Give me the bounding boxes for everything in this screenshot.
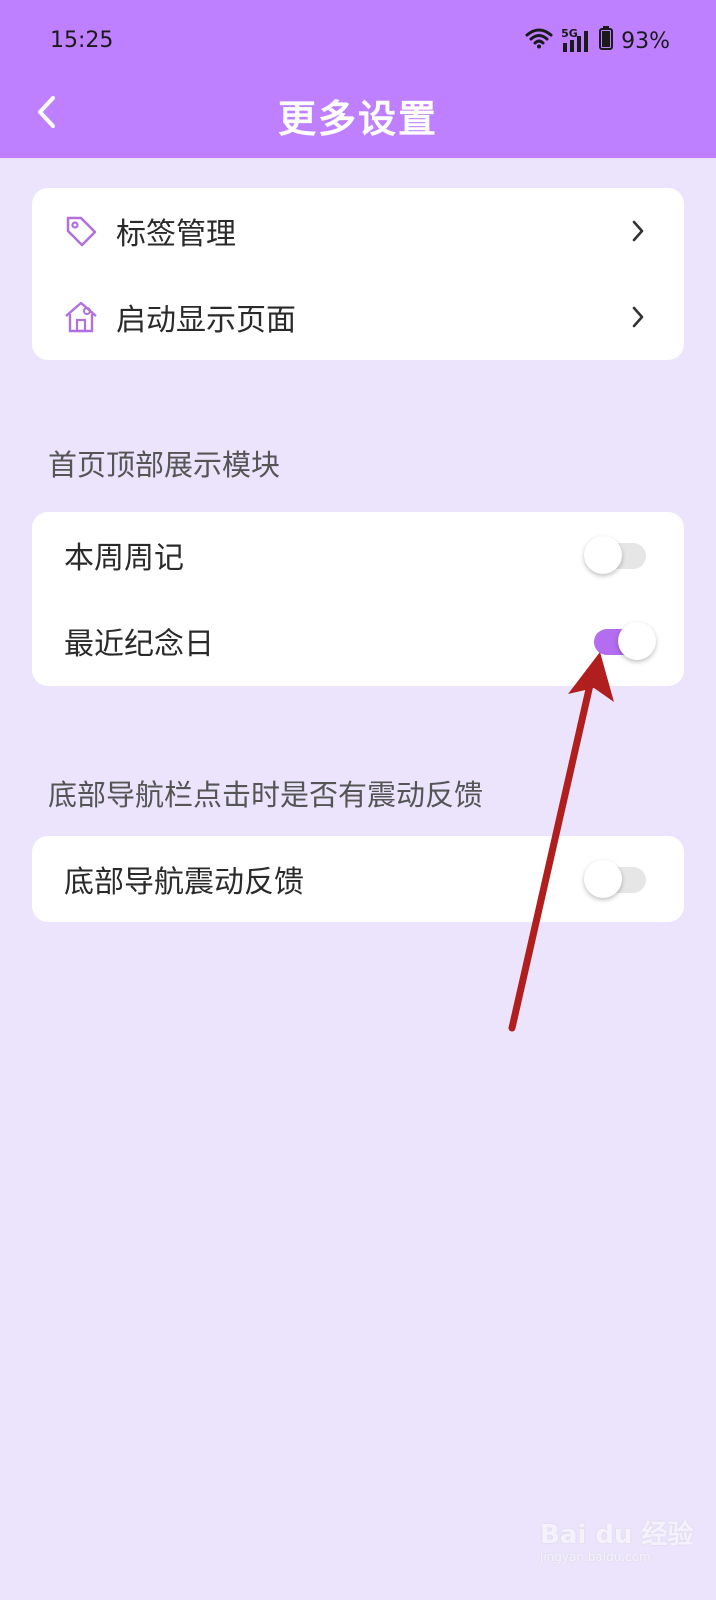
- baidu-jingyan-watermark: Bai du 经验 jingyan.baidu.com: [540, 1498, 700, 1578]
- tag-management-label: 标签管理: [116, 217, 236, 252]
- toggle-knob: [618, 622, 656, 660]
- house-icon: [62, 298, 100, 336]
- recent-anniversary-row: 最近纪念日: [32, 598, 684, 684]
- recent-anniversary-label: 最近纪念日: [64, 627, 214, 662]
- battery-icon: [599, 26, 614, 56]
- section-title-top-module: 首页顶部展示模块: [48, 448, 281, 482]
- cellular-signal-icon: 5G: [561, 27, 591, 53]
- vibration-card: 底部导航震动反馈: [32, 836, 684, 922]
- weekly-journal-label: 本周周记: [64, 541, 184, 576]
- page-title: 更多设置: [277, 97, 438, 141]
- general-settings-card: 标签管理 启动显示页面: [32, 188, 684, 360]
- watermark-logo: Bai du 经验: [540, 1520, 694, 1550]
- vibration-feedback-toggle[interactable]: [584, 859, 652, 899]
- wifi-icon: [525, 27, 553, 55]
- tag-management-row[interactable]: 标签管理: [32, 188, 684, 274]
- status-time: 15:25: [50, 28, 114, 53]
- chevron-right-icon: [628, 216, 648, 246]
- top-module-card: 本周周记 最近纪念日: [32, 512, 684, 686]
- chevron-right-icon: [628, 302, 648, 332]
- weekly-journal-row: 本周周记: [32, 512, 684, 598]
- toggle-knob: [584, 536, 622, 574]
- app-header: 15:25 5G 93% 更多设置: [0, 0, 716, 158]
- toggle-knob: [584, 860, 622, 898]
- vibration-feedback-row: 底部导航震动反馈: [32, 836, 684, 922]
- startup-page-row[interactable]: 启动显示页面: [32, 274, 684, 360]
- status-indicators: 5G 93%: [525, 26, 670, 56]
- watermark-url: jingyan.baidu.com: [540, 1550, 651, 1564]
- weekly-journal-toggle[interactable]: [584, 535, 652, 575]
- section-title-vibration: 底部导航栏点击时是否有震动反馈: [48, 778, 484, 812]
- vibration-feedback-label: 底部导航震动反馈: [64, 865, 304, 900]
- battery-level: 93%: [621, 28, 670, 54]
- recent-anniversary-toggle[interactable]: [588, 621, 656, 661]
- startup-page-label: 启动显示页面: [116, 303, 296, 338]
- tag-icon: [62, 212, 100, 250]
